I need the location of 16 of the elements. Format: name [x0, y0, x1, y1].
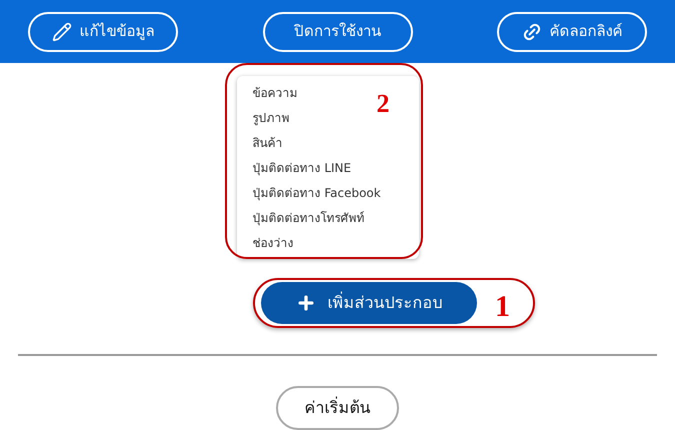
toolbar-button[interactable]: ปิดการใช้งาน — [262, 12, 412, 52]
plus-icon — [296, 293, 316, 314]
menu-item[interactable]: ข้อความ — [252, 80, 298, 106]
add-component-button[interactable]: เพิ่มส่วนประกอบ — [261, 282, 477, 324]
menu-item[interactable]: ปุ่มติดต่อทางโทรศัพท์ — [252, 205, 364, 230]
annotation-number: 1 — [495, 289, 510, 326]
menu-item[interactable]: ปุ่มติดต่อทาง Facebook — [252, 180, 381, 206]
menu-item[interactable]: ปุ่มติดต่อทาง LINE — [252, 155, 352, 180]
menu-item[interactable]: ช่องว่าง — [252, 230, 294, 256]
reset-button[interactable]: ค่าเริ่มต้น — [276, 386, 399, 430]
pencil-icon — [52, 22, 72, 42]
annotation-number: 2 — [376, 88, 390, 120]
toolbar-button[interactable]: คัดลอกลิงค์ — [497, 12, 647, 52]
menu-item[interactable]: รูปภาพ — [252, 105, 290, 130]
menu-item[interactable]: สินค้า — [252, 130, 282, 156]
toolbar-button[interactable]: แก้ไขข้อมูล — [28, 12, 178, 52]
